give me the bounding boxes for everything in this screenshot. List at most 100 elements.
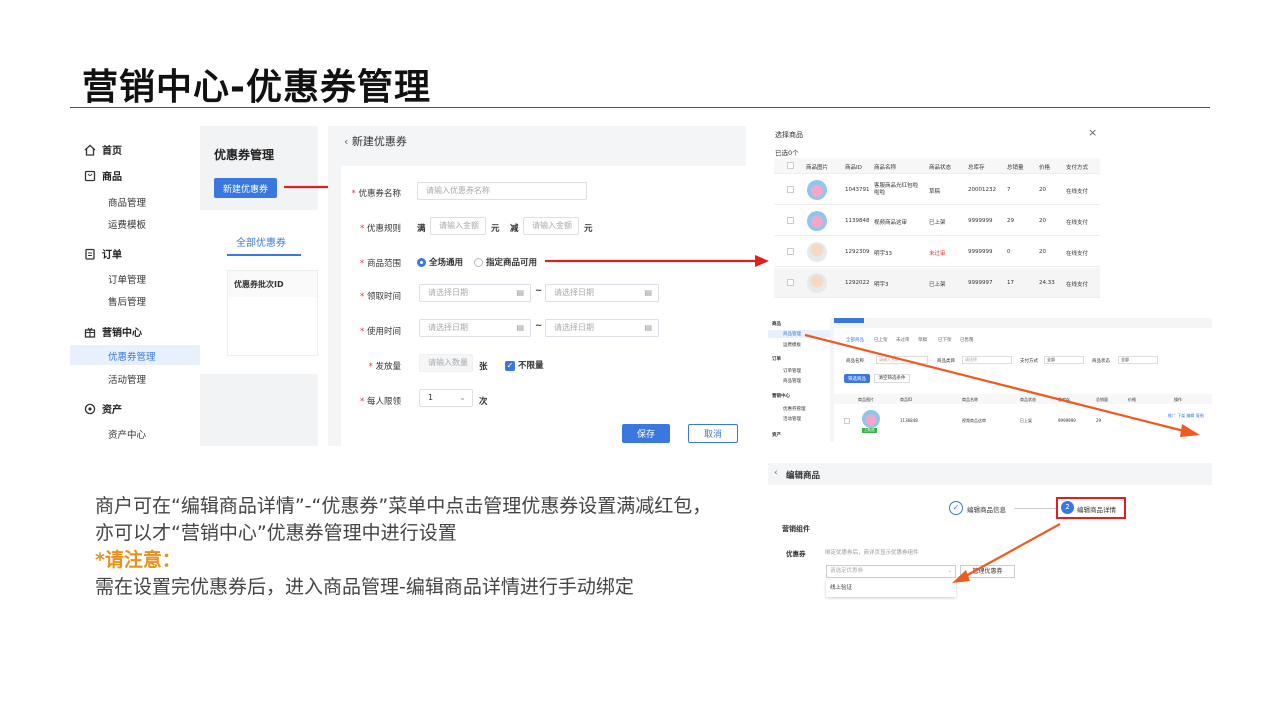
- sidebar-item-aftersale[interactable]: 售后管理: [108, 294, 146, 308]
- receive-start-date[interactable]: 请选择日期 ▤: [419, 284, 531, 302]
- col-header: 总库存: [968, 165, 985, 171]
- step-done-icon: ✓: [949, 501, 963, 515]
- rule-full-text: 满: [417, 224, 426, 234]
- row-checkbox[interactable]: [787, 186, 794, 193]
- row-checkbox[interactable]: [787, 279, 794, 286]
- coupon-heading: 优惠券管理: [214, 148, 275, 162]
- range-all-radio[interactable]: 全场通用: [417, 256, 463, 268]
- rule-yuan-text-2: 元: [584, 224, 593, 234]
- table-row[interactable]: 1043791 客服商品光红包啦啦啦 草稿 20001232 7 20 在线支付: [774, 175, 1100, 205]
- mini-sidebar-item: 营销中心: [772, 394, 790, 399]
- asset-icon: [84, 403, 96, 414]
- save-button[interactable]: 保存: [622, 424, 670, 443]
- title-divider: [70, 107, 1210, 108]
- page-title: 营销中心-优惠券管理: [82, 67, 431, 108]
- dropdown-option[interactable]: 线上验证: [830, 583, 852, 591]
- form-title: 新建优惠券: [351, 135, 407, 148]
- sidebar-item-activity[interactable]: 活动管理: [108, 372, 146, 386]
- table-row[interactable]: 1292022 明宇3 已上架 9999997 17 24.33 在线支付: [774, 268, 1100, 298]
- sidebar-group-home[interactable]: 首页: [84, 142, 122, 157]
- col-header: 商品图片: [806, 165, 829, 171]
- name-label: * 优惠券名称: [351, 189, 401, 199]
- sidebar-group-label: 商品: [102, 172, 122, 183]
- calendar-icon: ▤: [516, 288, 524, 297]
- limit-unit: 次: [479, 397, 488, 407]
- sidebar-item-coupon-mgmt[interactable]: 优惠券管理: [108, 349, 156, 363]
- tab-all-coupons[interactable]: 全部优惠券: [236, 234, 286, 249]
- chevron-left-icon[interactable]: ‹: [774, 468, 778, 478]
- sidebar-group-order[interactable]: 订单: [84, 246, 122, 261]
- limit-label: * 每人限领: [360, 397, 401, 407]
- edit-header: ‹ 编辑商品: [768, 463, 1212, 485]
- cell-sales: 7: [1007, 187, 1011, 193]
- row-checkbox[interactable]: [787, 217, 794, 224]
- qty-input[interactable]: 请输入数量: [419, 354, 473, 372]
- sidebar-item-order-mgmt[interactable]: 订单管理: [108, 272, 146, 286]
- coupon-name-input[interactable]: 请输入优惠券名称: [417, 182, 587, 200]
- rule-yuan-text: 元: [491, 224, 500, 234]
- row-checkbox[interactable]: [787, 248, 794, 255]
- cell-stock: 9999999: [968, 249, 993, 255]
- step-2-label[interactable]: 编辑商品详情: [1077, 504, 1116, 514]
- table-row[interactable]: 1139848 视频商品这审 已上架 9999999 29 20 在线支付: [774, 206, 1100, 236]
- edit-title: 编辑商品: [786, 471, 821, 481]
- column-batch-id: 优惠券批次ID: [228, 271, 317, 297]
- tab-underline: [227, 254, 301, 256]
- new-coupon-panel: ‹ 新建优惠券 * 优惠券名称 请输入优惠券名称 * 优惠规则 满 请输入金额 …: [328, 126, 746, 446]
- goods-icon: [84, 170, 96, 181]
- limit-select[interactable]: 1 ⌄: [419, 389, 473, 407]
- sidebar-group-marketing[interactable]: 营销中心: [84, 324, 142, 339]
- sidebar-item-asset-center[interactable]: 资产中心: [108, 427, 146, 441]
- check-icon: ✓: [505, 360, 515, 371]
- cell-price: 20: [1039, 218, 1046, 224]
- coupon-form: * 优惠券名称 请输入优惠券名称 * 优惠规则 满 请输入金额 元 减 请输入金…: [341, 166, 746, 446]
- coupon-select[interactable]: 请选定优惠券 ⌄: [826, 565, 956, 578]
- mini-sidebar-item: 活动管理: [783, 417, 801, 422]
- sidebar-group-label: 营销中心: [102, 328, 142, 339]
- arrow-to-edit: [804, 333, 1200, 437]
- cell-status: 已上架: [929, 282, 946, 288]
- close-icon[interactable]: ×: [1088, 126, 1097, 139]
- select-all-checkbox[interactable]: [787, 162, 794, 169]
- mini-sidebar-item: 商品管理: [783, 332, 801, 337]
- cancel-button[interactable]: 取消: [688, 424, 738, 443]
- cell-status: 草稿: [929, 189, 941, 195]
- col-header: 商品ID: [845, 165, 862, 171]
- coupon-list-card: 全部优惠券 优惠券批次ID: [200, 210, 318, 374]
- cell-price: 20: [1039, 249, 1046, 255]
- rule-minus-amount-input[interactable]: 请输入金额: [523, 217, 579, 235]
- cell-name: 明宇33: [874, 251, 892, 257]
- new-coupon-button[interactable]: 新建优惠券: [214, 178, 277, 198]
- rule-label: * 优惠规则: [360, 224, 401, 234]
- cell-id: 1139848: [845, 218, 870, 224]
- sidebar-group-goods[interactable]: 商品: [84, 168, 122, 183]
- use-time-label: * 使用时间: [360, 327, 401, 337]
- table-row[interactable]: 1292309 明宇33 未过审 9999999 0 20 在线支付: [774, 237, 1100, 267]
- receive-end-date[interactable]: 请选择日期 ▤: [545, 284, 659, 302]
- cell-pay: 在线支付: [1066, 189, 1089, 195]
- note-warning: *请注意：: [95, 549, 181, 571]
- back-title[interactable]: ‹ 新建优惠券: [344, 133, 407, 149]
- coupon-table: 优惠券批次ID: [227, 270, 318, 356]
- unlimited-checkbox[interactable]: ✓ 不限量: [505, 359, 543, 371]
- note-line-2: 亦可以才“营销中心”优惠券管理中进行设置: [95, 522, 457, 544]
- sidebar-item-goods-mgmt[interactable]: 商品管理: [108, 195, 146, 209]
- use-start-date[interactable]: 请选择日期 ▤: [419, 319, 531, 337]
- sidebar-group-label: 资产: [102, 405, 122, 416]
- radio-checked-icon: [417, 258, 426, 267]
- range-tilde: ~: [535, 286, 543, 296]
- mini-sidebar-item: 商品管理: [783, 379, 801, 384]
- goods-table-header: 商品图片 商品ID 商品名称 商品状态 总库存 总销量 价格 支付方式: [774, 158, 1100, 174]
- product-thumbnail: [807, 180, 827, 200]
- dialog-title: 选择商品: [775, 131, 803, 139]
- sidebar-group-asset[interactable]: 资产: [84, 401, 122, 416]
- sidebar-item-shipping[interactable]: 运费模板: [108, 217, 146, 231]
- calendar-icon: ▤: [516, 323, 524, 332]
- cell-id: 1292022: [845, 280, 870, 286]
- cell-id: 1292309: [845, 249, 870, 255]
- use-end-date[interactable]: 请选择日期 ▤: [545, 319, 659, 337]
- mini-sidebar-item: 资产: [772, 433, 781, 438]
- rule-full-amount-input[interactable]: 请输入金额: [430, 217, 486, 235]
- range-some-radio[interactable]: 指定商品可用: [474, 256, 537, 268]
- sidebar-group-label: 订单: [102, 250, 122, 261]
